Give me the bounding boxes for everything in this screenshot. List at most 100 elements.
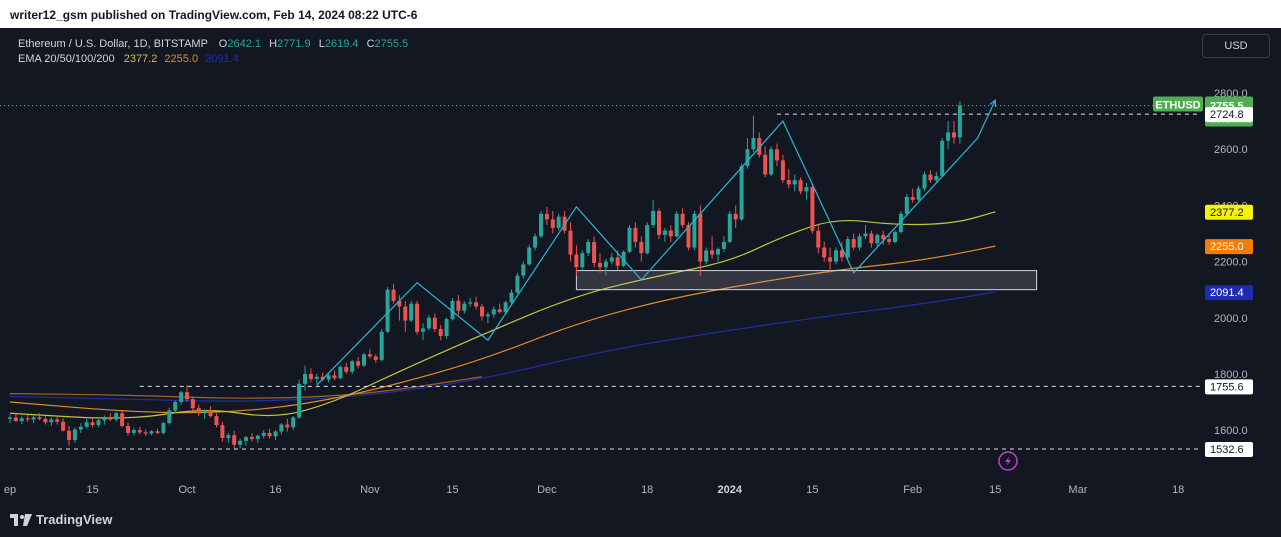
x-tick-label: 18	[1172, 484, 1184, 496]
symbol-title: Ethereum / U.S. Dollar, 1D, BITSTAMP	[18, 38, 208, 50]
candle	[769, 146, 774, 176]
candle	[8, 414, 12, 424]
x-tick-label: Nov	[360, 484, 380, 496]
candle	[456, 295, 461, 315]
candle	[651, 199, 656, 228]
candle	[692, 211, 697, 251]
tradingview-logo-icon	[10, 513, 32, 526]
candle	[863, 225, 868, 240]
candle	[13, 413, 18, 422]
candle	[67, 425, 71, 446]
close-label: C	[366, 38, 375, 50]
candle	[362, 352, 366, 367]
lightning-icon[interactable]	[998, 451, 1018, 471]
candle	[462, 300, 467, 314]
high-value: 2771.9	[277, 38, 311, 50]
candle	[645, 222, 650, 255]
candle	[468, 298, 473, 307]
candle	[120, 410, 125, 428]
candle	[662, 227, 667, 242]
candle	[716, 247, 720, 262]
candle	[338, 365, 343, 380]
candle	[196, 404, 201, 417]
chart-canvas[interactable]: 2800.02600.02400.02200.02000.01800.01600…	[0, 28, 1281, 501]
candle	[114, 411, 119, 422]
candle	[161, 421, 166, 435]
candle	[916, 185, 921, 202]
candle	[946, 121, 951, 150]
candle	[598, 253, 602, 273]
candle	[143, 429, 148, 436]
candle	[910, 188, 915, 203]
price-axis-label: 1532.6	[1210, 444, 1244, 456]
candle	[810, 184, 815, 234]
candle	[438, 324, 443, 341]
candle	[126, 422, 130, 436]
candle	[273, 430, 278, 440]
candle	[940, 137, 945, 178]
candle	[710, 236, 715, 259]
tradingview-logo[interactable]: TradingView	[10, 512, 112, 527]
candle	[267, 428, 272, 439]
candle	[922, 171, 927, 192]
candle	[539, 211, 543, 238]
candle	[751, 115, 756, 153]
ema-row: EMA 20/50/100/200 2377.2 2255.0 2091.4	[18, 52, 408, 67]
price-axis-label: 2091.4	[1210, 287, 1244, 299]
currency-button[interactable]: USD	[1202, 34, 1270, 58]
x-tick-label: 16	[269, 484, 281, 496]
candle	[657, 208, 661, 240]
symbol-row: Ethereum / U.S. Dollar, 1D, BITSTAMP O26…	[18, 37, 408, 52]
candle	[332, 370, 337, 381]
candle	[834, 247, 838, 265]
candle	[485, 312, 490, 324]
candle	[426, 314, 431, 331]
x-tick-label: Feb	[903, 484, 922, 496]
y-tick-label: 2200.0	[1214, 257, 1248, 269]
candle	[96, 418, 101, 428]
y-tick-label: 1800.0	[1214, 369, 1248, 381]
candle	[586, 239, 591, 256]
candle	[668, 225, 673, 242]
ema50-value: 2255.0	[164, 53, 199, 65]
x-tick-label: ep	[4, 484, 16, 496]
price-axis-label: 2377.2	[1210, 207, 1244, 219]
candle	[757, 132, 762, 158]
candle	[137, 426, 142, 435]
candle	[739, 163, 744, 221]
support-zone-box[interactable]	[575, 270, 1038, 291]
candle	[957, 100, 962, 144]
x-tick-label: 18	[641, 484, 653, 496]
candle	[43, 416, 48, 425]
y-tick-label: 2000.0	[1214, 313, 1248, 325]
candle	[928, 170, 933, 183]
candle	[786, 168, 791, 189]
ema100-value: 2091.4	[205, 53, 239, 65]
candle	[521, 261, 526, 279]
candle	[515, 272, 520, 294]
candle	[869, 230, 874, 248]
low-value: 2619.4	[324, 38, 359, 50]
candle	[633, 222, 638, 248]
candle	[279, 423, 284, 435]
candle	[19, 416, 24, 424]
candle	[379, 329, 384, 362]
candle	[261, 430, 266, 439]
price-chart[interactable]: 2800.02600.02400.02200.02000.01800.01600…	[0, 28, 1281, 501]
candle	[167, 407, 172, 425]
candle	[409, 300, 414, 322]
candle	[367, 348, 372, 359]
open-value: 2642.1	[227, 38, 261, 50]
publish-header: writer12_gsm published on TradingView.co…	[0, 0, 1281, 28]
candle	[816, 225, 821, 254]
chart-legend: Ethereum / U.S. Dollar, 1D, BITSTAMP O26…	[18, 37, 408, 67]
candle	[450, 298, 455, 321]
candle	[497, 303, 502, 314]
candle	[37, 413, 42, 421]
candle	[893, 230, 897, 244]
candle	[680, 208, 685, 228]
x-tick-label: Mar	[1068, 484, 1087, 496]
candle	[857, 233, 862, 251]
candle	[220, 421, 225, 442]
candle	[90, 417, 95, 428]
